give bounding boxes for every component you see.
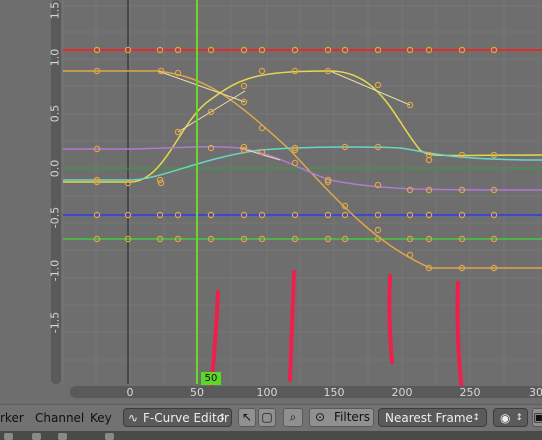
snap-mode-dropdown[interactable]: Nearest Frame ↕ xyxy=(378,408,487,427)
annotation-stroke xyxy=(288,270,296,382)
y-tick-label: -1.5 xyxy=(48,311,62,334)
chevron-updown-icon: ↕ xyxy=(515,413,523,423)
toolbar-icon[interactable] xyxy=(32,433,41,440)
ghost-icon[interactable]: ▢ xyxy=(258,408,276,427)
graph-editor-header: rker Channel Key ∿ F-Curve Editor ↕ ↖ ▢ … xyxy=(0,404,542,431)
x-tick-label: 50 xyxy=(190,386,204,399)
editor-mode-dropdown[interactable]: ∿ F-Curve Editor ↕ xyxy=(123,408,232,427)
toolbar-icon[interactable] xyxy=(105,433,114,440)
x-tick-label: 100 xyxy=(256,386,278,399)
chevron-updown-icon: ↕ xyxy=(218,413,226,423)
y-tick-label: -1.0 xyxy=(48,259,62,282)
x-tick-label: 0 xyxy=(126,386,134,399)
current-frame-indicator[interactable]: 50 xyxy=(201,372,221,385)
x-tick-label: 250 xyxy=(459,386,481,399)
handle-line xyxy=(177,90,246,133)
graph-editor[interactable]: 1.5 1.0 0.5 0.0 -0.5 -1.0 -1.5 0 50 100 … xyxy=(0,0,542,404)
keyframe-point xyxy=(258,67,266,75)
auto-snap-icon[interactable]: ▣ xyxy=(532,408,542,427)
snap-mode-label: Nearest Frame xyxy=(385,411,473,425)
keyframe-point xyxy=(374,226,382,234)
y-tick-label: 1.0 xyxy=(48,48,62,67)
filter-icon: ⊙ xyxy=(315,410,326,424)
bottom-toolbar xyxy=(0,431,542,440)
pivot-point-dropdown[interactable]: ◉ ↕ xyxy=(493,408,528,427)
menu-marker[interactable]: rker xyxy=(0,411,24,425)
toolbar-icon[interactable] xyxy=(58,433,67,440)
menu-channel[interactable]: Channel xyxy=(35,411,84,425)
keyframe-point xyxy=(406,251,414,259)
menu-key[interactable]: Key xyxy=(90,411,112,425)
toolbar-icon[interactable] xyxy=(4,433,13,440)
chevron-updown-icon: ↕ xyxy=(472,413,480,423)
x-tick-label: 200 xyxy=(391,386,413,399)
cursor-icon[interactable]: ↖ xyxy=(238,408,256,427)
filters-button[interactable]: ⊙ Filters xyxy=(309,408,374,427)
fcurve-icon: ∿ xyxy=(128,411,139,425)
x-tick-label: 30 xyxy=(529,386,542,399)
x-tick-label: 150 xyxy=(323,386,345,399)
handle-line xyxy=(329,70,411,106)
y-tick-label: 0.5 xyxy=(48,104,62,123)
graph-canvas[interactable] xyxy=(0,0,542,404)
y-tick-label: 0.0 xyxy=(48,159,62,178)
pivot-icon: ◉ xyxy=(500,411,511,425)
y-tick-label: -0.5 xyxy=(48,206,62,229)
filters-label: Filters xyxy=(334,410,370,424)
y-tick-label: 1.5 xyxy=(48,1,62,20)
keyframe-point xyxy=(258,124,266,132)
annotation-stroke xyxy=(455,281,464,394)
magnifier-icon[interactable]: ⌕ xyxy=(283,408,303,427)
editor-mode-label: F-Curve Editor xyxy=(143,411,229,425)
keyframe-point xyxy=(374,81,382,89)
annotation-stroke xyxy=(387,274,394,364)
